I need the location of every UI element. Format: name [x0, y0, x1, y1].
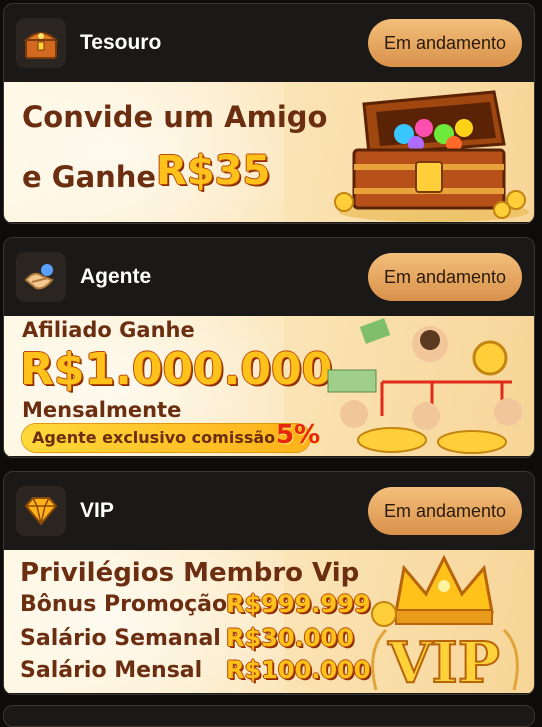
vip-row-label: Salário Mensal [20, 658, 203, 683]
vip-row-label: Salário Semanal [20, 626, 221, 651]
banner-amount: R$1.000.000 [20, 344, 333, 395]
card-title: VIP [80, 499, 114, 522]
status-button[interactable]: Em andamento [368, 19, 522, 67]
handshake-icon [16, 252, 66, 302]
vip-row-value: R$30.000 [226, 624, 354, 652]
card-title: Agente [80, 265, 152, 288]
vip-row-value: R$999.999 [226, 590, 371, 618]
banner-line-2: e Ganhe [22, 160, 157, 194]
banner-line-1: Convide um Amigo [22, 100, 328, 134]
card-vip: VIP Em andamento Privilégios Membro Vip … [3, 471, 535, 695]
card-next-partial [3, 705, 535, 727]
treasure-chest-icon [16, 18, 66, 68]
card-tesouro: Tesouro Em andamento Convide um Amigo e … [3, 3, 535, 224]
card-agente: Agente Em andamento Afiliado Ganhe R$1.0… [3, 237, 535, 458]
vip-crown-illustration: VIP [371, 554, 519, 693]
vip-crown-text: VIP [387, 630, 500, 693]
vip-heading: Privilégios Membro Vip [20, 558, 360, 588]
card-header: Agente Em andamento [4, 238, 534, 316]
status-button[interactable]: Em andamento [368, 253, 522, 301]
commission-text: Agente exclusivo comissão [32, 428, 276, 447]
status-button[interactable]: Em andamento [368, 487, 522, 535]
treasure-chest-illustration [334, 90, 529, 222]
banner-line-1: Afiliado Ganhe [22, 318, 195, 342]
card-header: VIP Em andamento [4, 472, 534, 550]
banner-line-2: Mensalmente [22, 398, 182, 422]
commission-percent: 5% [276, 420, 321, 450]
banner-invite-friend[interactable]: Convide um Amigo e Ganhe R$35 [4, 82, 534, 222]
vip-row-value: R$100.000 [226, 656, 371, 684]
banner-affiliate[interactable]: Afiliado Ganhe R$1.000.000 Mensalmente A… [4, 316, 534, 456]
banner-vip[interactable]: Privilégios Membro Vip Bônus Promoção R$… [4, 550, 534, 693]
affiliate-network-illustration [327, 318, 522, 454]
card-title: Tesouro [80, 31, 162, 54]
vip-row-label: Bônus Promoção [20, 592, 228, 617]
diamond-icon [16, 486, 66, 536]
card-header: Tesouro Em andamento [4, 4, 534, 82]
banner-amount: R$35 [156, 148, 271, 194]
